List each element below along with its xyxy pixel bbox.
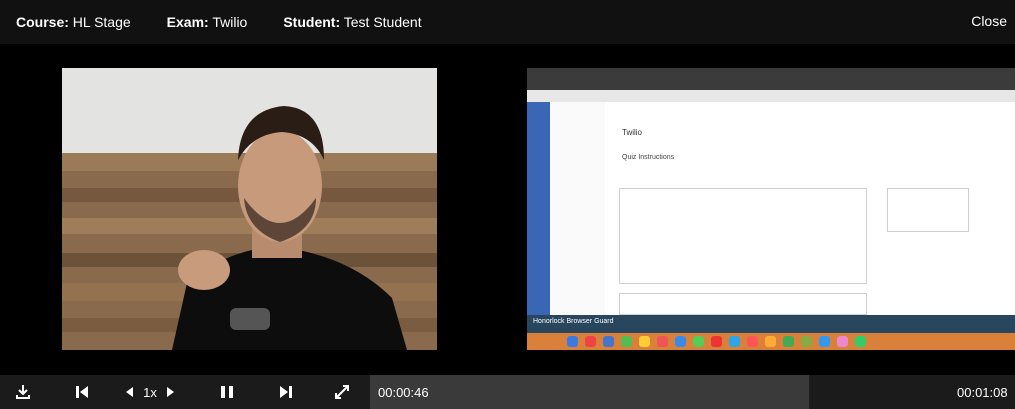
dock-app-icon <box>837 336 848 347</box>
pause-icon <box>221 386 233 398</box>
skip-back-button[interactable] <box>72 375 92 409</box>
question-list <box>887 188 969 232</box>
progress-bar[interactable] <box>370 375 809 409</box>
course-nav <box>550 102 606 315</box>
fullscreen-button[interactable] <box>332 375 352 409</box>
student-info: Student: Test Student <box>283 14 421 30</box>
dock-app-icon <box>657 336 668 347</box>
question-2-card <box>619 293 867 315</box>
dock-app-icon <box>711 336 722 347</box>
browser-bookmarks <box>527 90 1015 102</box>
skip-back-icon <box>76 386 88 398</box>
browser-tabs <box>527 68 1015 90</box>
speed-up-icon <box>167 387 174 397</box>
speed-down-button[interactable] <box>124 375 136 409</box>
fullscreen-icon <box>335 385 349 399</box>
playback-controls: 1x 00:00:46 00:01:08 <box>0 375 1015 409</box>
close-button[interactable]: Close <box>971 13 1007 29</box>
student-label: Student: <box>283 14 341 30</box>
dock-app-icon <box>621 336 632 347</box>
quiz-instructions: Quiz Instructions <box>622 154 675 161</box>
exam-info: Exam: Twilio <box>167 14 248 30</box>
screen-share-video: Twilio Quiz Instructions Honorlock Brows… <box>527 68 1015 350</box>
dock-app-icon <box>819 336 830 347</box>
dock-app-icon <box>747 336 758 347</box>
dock-app-icon <box>801 336 812 347</box>
question-1-card <box>619 188 867 284</box>
student-value: Test Student <box>343 14 422 30</box>
quiz-title: Twilio <box>622 128 643 137</box>
browser-guard-brand: Honorlock Browser Guard <box>533 318 614 325</box>
current-time: 00:00:46 <box>378 385 429 400</box>
speed-down-icon <box>126 387 133 397</box>
dock-app-icon <box>855 336 866 347</box>
dock-app-icon <box>783 336 794 347</box>
canvas-global-nav <box>527 102 550 315</box>
exam-value: Twilio <box>212 14 248 30</box>
dock-app-icon <box>693 336 704 347</box>
webcam-frame <box>62 68 437 350</box>
dock-app-icon <box>639 336 650 347</box>
course-label: Course: <box>16 14 69 30</box>
dock-app-icon <box>567 336 578 347</box>
dock-app-icon <box>585 336 596 347</box>
course-info: Course: HL Stage <box>16 14 131 30</box>
speed-up-button[interactable] <box>164 375 176 409</box>
speed-label: 1x <box>143 384 157 400</box>
exam-label: Exam: <box>166 14 209 30</box>
dock-app-icon <box>729 336 740 347</box>
dock-app-icon <box>603 336 614 347</box>
download-button[interactable] <box>12 375 34 409</box>
pause-button[interactable] <box>217 375 237 409</box>
download-icon <box>16 385 30 399</box>
course-value: HL Stage <box>72 14 131 30</box>
total-time: 00:01:08 <box>957 385 1008 400</box>
dock-app-icon <box>765 336 776 347</box>
webcam-video <box>62 68 437 350</box>
skip-forward-icon <box>280 386 292 398</box>
skip-forward-button[interactable] <box>276 375 296 409</box>
header-bar: Course: HL Stage Exam: Twilio Student: T… <box>0 0 1015 44</box>
dock-app-icon <box>675 336 686 347</box>
